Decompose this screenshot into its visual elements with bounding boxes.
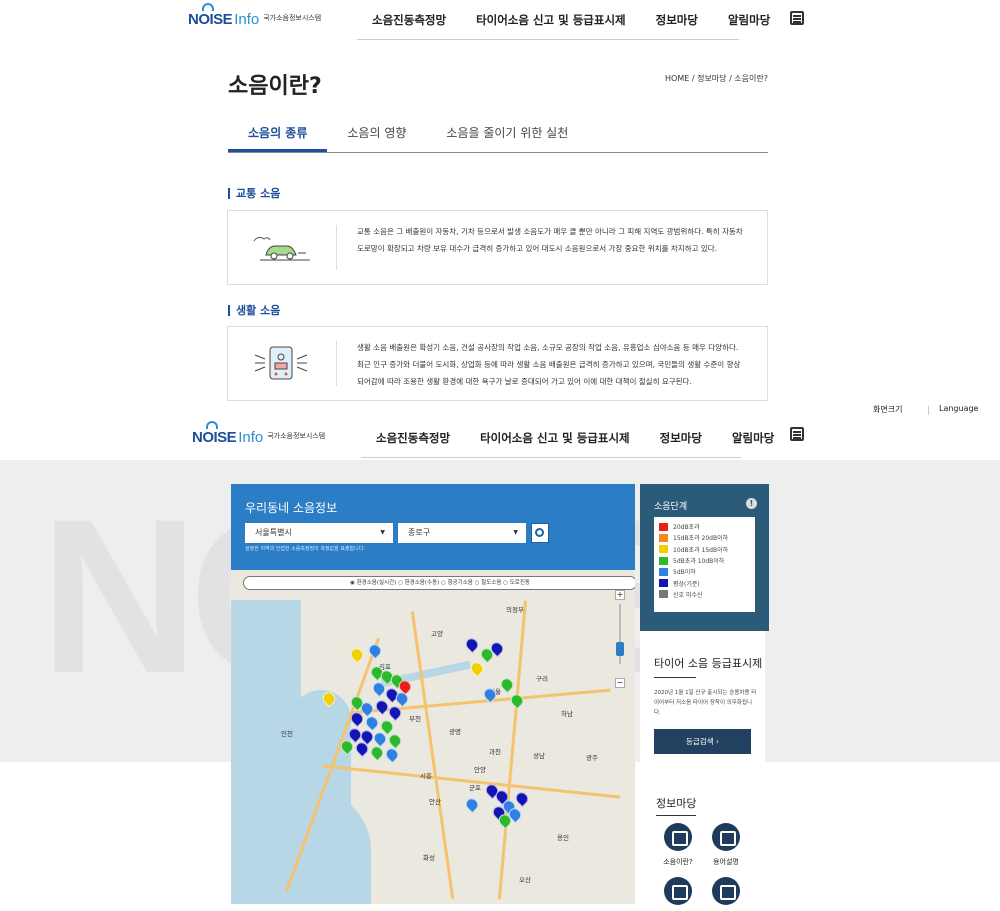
map-label: 과천 xyxy=(489,748,501,756)
noise-level-panel: 소음단계 ! 20dB초과 15dB초과 20dB이하 10dB초과 15dB이… xyxy=(640,484,769,631)
noise-station-marker[interactable] xyxy=(513,789,531,808)
breadcrumb: HOME / 정보마당 / 소음이란? xyxy=(665,74,768,83)
nav-item-notice[interactable]: 알림마당 xyxy=(732,430,774,446)
noise-station-marker[interactable] xyxy=(463,795,481,814)
map-label: 광주 xyxy=(586,754,598,762)
map-label: 성남 xyxy=(533,752,545,760)
tire-label-panel: 타이어 소음 등급표시제 2020년 1월 1일 신규 출시되는 승용차용 타이… xyxy=(640,631,765,765)
map-label: 인천 xyxy=(281,730,293,738)
site-logo[interactable]: NOISE Info 국가소음정보시스템 xyxy=(188,3,321,28)
help-icon[interactable]: ! xyxy=(746,498,757,509)
zoom-out-button[interactable]: − xyxy=(615,678,625,688)
zoom-in-button[interactable]: + xyxy=(615,590,625,600)
noise-station-marker[interactable] xyxy=(383,745,401,764)
noise-map[interactable]: ◉ 환경소음(실시간) ○ 환경소음(수동) ○ 항공기소음 ○ 철도소음 ○ … xyxy=(231,570,635,904)
second-header: NOISE Info 국가소음정보시스템 소음진동측정망 타이어소음 신고 및 … xyxy=(0,418,1000,462)
map-label: 안산 xyxy=(429,798,441,806)
phone-speaker-icon xyxy=(254,346,308,380)
legend-item: 5dB초과 10dB이하 xyxy=(659,555,750,566)
people-icon xyxy=(712,877,740,905)
legend-item: 20dB초과 xyxy=(659,521,750,532)
nav-item-tire[interactable]: 타이어소음 신고 및 등급표시제 xyxy=(480,430,630,446)
legend-item: 평상(기준) xyxy=(659,577,750,588)
site-logo-2[interactable]: NOISE Info 국가소음정보시스템 xyxy=(192,421,325,446)
monitor-icon xyxy=(712,823,740,851)
traffic-noise-text: 교통 소음은 그 배출원이 자동차, 기차 등으로서 발생 소음도가 매우 클 … xyxy=(357,227,743,253)
page-title: 소음이란? xyxy=(228,74,322,99)
nav-item-info[interactable]: 정보마당 xyxy=(660,430,702,446)
nav-item-monitoring[interactable]: 소음진동측정망 xyxy=(372,12,446,28)
search-icon xyxy=(535,528,544,537)
neighborhood-noise-panel: 우리동네 소음정보 서울특별시 ▼ 종로구 ▼ 설정한 지역과 인접한 소음측정망의… xyxy=(231,484,635,904)
main-nav: 소음진동측정망 타이어소음 신고 및 등급표시제 정보마당 알림마당 xyxy=(357,0,770,40)
noise-type-radio-group[interactable]: ◉ 환경소음(실시간) ○ 환경소음(수동) ○ 항공기소음 ○ 철도소음 ○ … xyxy=(243,576,635,590)
map-label: 화성 xyxy=(423,854,435,862)
noise-level-legend: 20dB초과 15dB초과 20dB이하 10dB초과 15dB이하 5dB초과… xyxy=(654,517,755,612)
map-label: 오산 xyxy=(519,876,531,884)
noise-station-marker[interactable] xyxy=(368,743,386,762)
legend-item: 신호 미수신 xyxy=(659,589,750,600)
quick-link-glossary[interactable]: 용어설명 xyxy=(696,823,756,867)
map-label: 부천 xyxy=(409,715,421,723)
grade-search-button[interactable]: 등급검색 › xyxy=(654,729,751,754)
noise-station-marker[interactable] xyxy=(348,645,366,664)
chart-icon xyxy=(664,877,692,905)
map-panel-title: 우리동네 소음정보 xyxy=(245,501,338,515)
nav-item-notice[interactable]: 알림마당 xyxy=(728,12,770,28)
map-label: 의정부 xyxy=(506,606,524,614)
map-label: 구리 xyxy=(536,675,548,683)
noise-level-title: 소음단계 xyxy=(654,502,688,512)
nav-item-tire[interactable]: 타이어소음 신고 및 등급표시제 xyxy=(476,12,626,28)
main-nav-2: 소음진동측정망 타이어소음 신고 및 등급표시제 정보마당 알림마당 xyxy=(361,418,774,458)
info-panel: 정보마당 소음이란? 용어설명 xyxy=(640,775,765,905)
noise-station-marker[interactable] xyxy=(463,635,481,654)
zoom-slider-handle[interactable] xyxy=(616,642,624,656)
nav-item-info[interactable]: 정보마당 xyxy=(656,12,698,28)
wifi-icon xyxy=(202,3,214,11)
legend-item: 5dB이하 xyxy=(659,566,750,577)
map-label: 하남 xyxy=(561,710,573,718)
legend-item: 10dB초과 15dB이하 xyxy=(659,544,750,555)
map-note: 설정한 지역과 인접한 소음측정망의 측정값을 표출합니다. xyxy=(245,546,365,552)
district-select[interactable]: 종로구 ▼ xyxy=(398,523,526,543)
legend-item: 15dB초과 20dB이하 xyxy=(659,532,750,543)
info-title: 정보마당 xyxy=(656,797,697,810)
tab-noise-types[interactable]: 소음의 종류 xyxy=(228,124,328,152)
section-heading-traffic: 교통 소음 xyxy=(228,188,280,199)
city-select[interactable]: 서울특별시 ▼ xyxy=(245,523,393,543)
tire-desc: 2020년 1월 1일 신규 출시되는 승용차용 타이어부터 저소음 타이어 장… xyxy=(654,690,757,716)
noise-station-marker[interactable] xyxy=(386,731,404,750)
map-label: 광명 xyxy=(449,728,461,736)
map-label: 고양 xyxy=(431,630,443,638)
search-button[interactable] xyxy=(531,523,549,543)
map-label: 용인 xyxy=(557,834,569,842)
tab-noise-reduction[interactable]: 소음을 줄이기 위한 실천 xyxy=(426,124,588,152)
font-size-link[interactable]: 화면크기 xyxy=(873,404,902,415)
noise-station-marker[interactable] xyxy=(366,641,384,660)
map-label: 시흥 xyxy=(420,772,432,780)
tire-title: 타이어 소음 등급표시제 xyxy=(654,657,763,670)
wifi-icon xyxy=(206,421,218,429)
living-noise-text: 생활 소음 배출원은 확성기 소음, 건설 공사장의 작업 소음, 소규모 공장… xyxy=(357,343,741,386)
section-heading-living: 생활 소음 xyxy=(228,305,280,316)
language-link[interactable]: Language xyxy=(939,404,978,413)
menu-icon[interactable] xyxy=(790,427,804,441)
map-label: 군포 xyxy=(469,784,481,792)
megaphone-icon xyxy=(664,823,692,851)
noise-station-marker[interactable] xyxy=(468,659,486,678)
tab-noise-effects[interactable]: 소음의 영향 xyxy=(327,124,426,152)
zoom-control[interactable]: + − xyxy=(615,590,625,690)
map-label: 안양 xyxy=(474,766,486,774)
living-noise-card: 생활 소음 배출원은 확성기 소음, 건설 공사장의 작업 소음, 소규모 공장… xyxy=(227,326,768,401)
noise-station-marker[interactable] xyxy=(508,691,526,710)
tab-bar: 소음의 종류 소음의 영향 소음을 줄이기 위한 실천 xyxy=(228,124,768,153)
top-header: NOISE Info 국가소음정보시스템 소음진동측정망 타이어소음 신고 및 … xyxy=(0,0,1000,44)
nav-item-monitoring[interactable]: 소음진동측정망 xyxy=(376,430,450,446)
menu-icon[interactable] xyxy=(790,11,804,25)
quick-link-people[interactable] xyxy=(696,877,756,911)
traffic-noise-card: 교통 소음은 그 배출원이 자동차, 기차 등으로서 발생 소음도가 매우 클 … xyxy=(227,210,768,285)
car-icon xyxy=(253,236,310,261)
